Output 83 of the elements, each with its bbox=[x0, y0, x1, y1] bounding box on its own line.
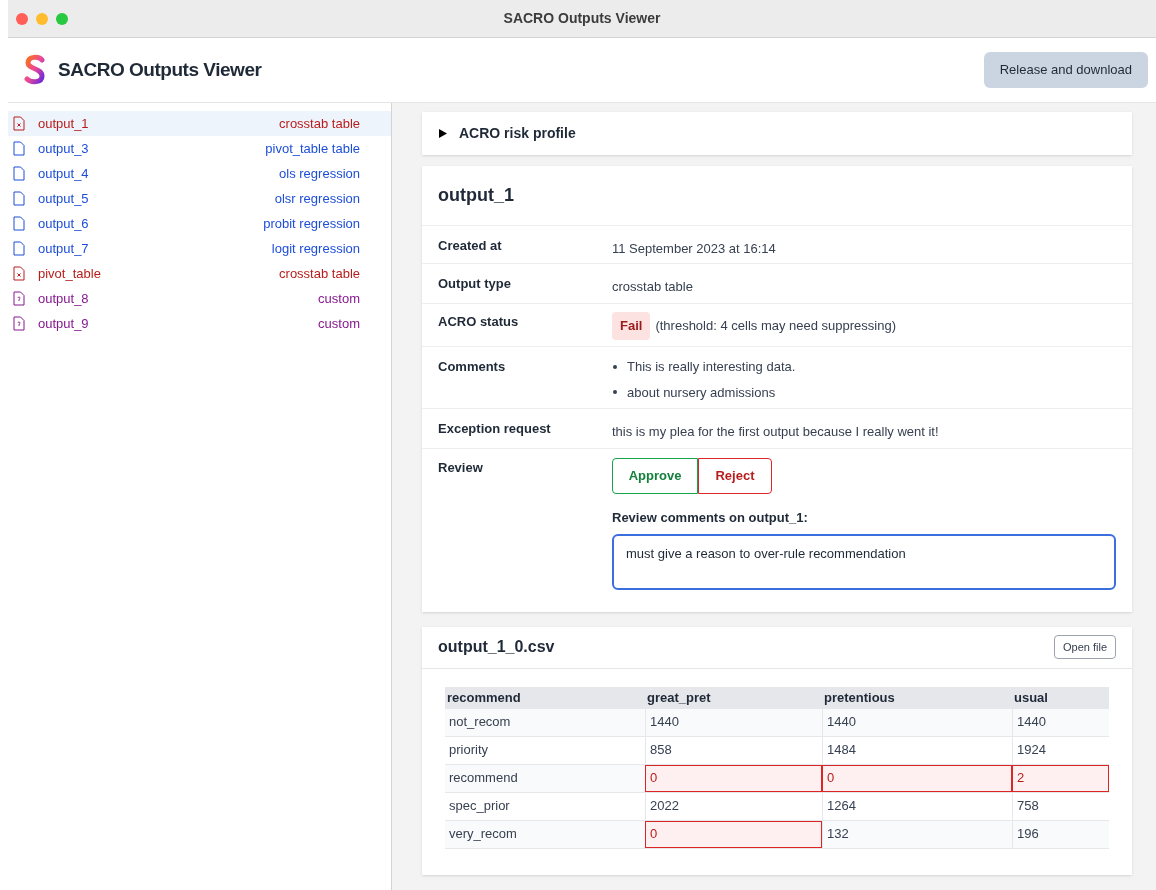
sidebar-item[interactable]: output_8 custom bbox=[8, 286, 391, 311]
output-type: crosstab table bbox=[279, 264, 360, 283]
sidebar-item[interactable]: output_4 ols regression bbox=[8, 161, 391, 186]
table-cell: 0 bbox=[822, 764, 1012, 792]
minimize-window-icon[interactable] bbox=[36, 12, 48, 25]
table-cell: 1484 bbox=[822, 736, 1012, 764]
column-header: usual bbox=[1013, 688, 1049, 707]
output-name: output_1 bbox=[38, 114, 89, 133]
table-cell-text: not_recom bbox=[448, 713, 512, 732]
sidebar-item[interactable]: output_6 probit regression bbox=[8, 211, 391, 236]
risk-profile-label: ACRO risk profile bbox=[459, 124, 576, 143]
file-name: output_1_0.csv bbox=[438, 637, 555, 657]
zoom-window-icon[interactable] bbox=[56, 12, 68, 25]
output-name: output_4 bbox=[38, 164, 89, 183]
bullet-icon bbox=[613, 364, 617, 369]
table-cell: 1440 bbox=[1012, 708, 1109, 736]
column-header: great_pret bbox=[646, 688, 712, 707]
table-cell: 196 bbox=[1012, 820, 1109, 848]
app-name: SACRO Outputs Viewer bbox=[58, 57, 262, 82]
output-name: output_5 bbox=[38, 189, 89, 208]
table-cell: 2 bbox=[1012, 764, 1109, 792]
review-comments-field[interactable]: must give a reason to over-rule recommendation bbox=[612, 533, 1116, 590]
status-badge: Fail bbox=[612, 312, 651, 340]
table-cell: 1924 bbox=[1012, 736, 1109, 764]
table-cell: 132 bbox=[822, 820, 1012, 848]
output-type: ols regression bbox=[279, 164, 360, 183]
field-label: Review bbox=[438, 459, 484, 477]
open-file-button[interactable]: Open file bbox=[1053, 634, 1116, 660]
table-cell: 858 bbox=[645, 736, 822, 764]
logo-icon bbox=[24, 54, 46, 86]
output-type: pivot_table table bbox=[265, 139, 360, 158]
output-name: output_8 bbox=[38, 289, 89, 308]
release-download-button[interactable]: Release and download bbox=[983, 52, 1148, 88]
table-cell-text: recommend bbox=[448, 769, 519, 788]
sidebar-item[interactable]: pivot_table crosstab table bbox=[8, 261, 391, 286]
output-name: output_3 bbox=[38, 139, 89, 158]
output-type: olsr regression bbox=[274, 189, 360, 208]
table-cell-text: spec_prior bbox=[448, 797, 511, 816]
table-cell: 1440 bbox=[822, 708, 1012, 736]
sidebar-item[interactable]: output_5 olsr regression bbox=[8, 186, 391, 211]
table-cell: 758 bbox=[1012, 792, 1109, 820]
column-header: pretentious bbox=[823, 688, 896, 707]
status-text: (threshold: 4 cells may need suppressing) bbox=[655, 317, 897, 335]
output-type: custom bbox=[318, 314, 360, 333]
table-cell-text: very_recom bbox=[448, 825, 518, 844]
output-name: pivot_table bbox=[38, 264, 101, 283]
table-cell: 2022 bbox=[645, 792, 822, 820]
output-type: custom bbox=[318, 289, 360, 308]
comment-text: This is really interesting data. bbox=[627, 358, 796, 376]
output-type-value: crosstab table bbox=[612, 279, 693, 294]
field-label: ACRO status bbox=[438, 313, 520, 331]
approve-button[interactable]: Approve bbox=[612, 458, 698, 494]
field-label: Output type bbox=[438, 275, 512, 293]
comment-text: about nursery admissions bbox=[627, 383, 776, 402]
table-cell-text: priority bbox=[448, 741, 489, 760]
table-cell: 0 bbox=[645, 764, 822, 792]
output-name: output_6 bbox=[38, 214, 89, 233]
field-label: Comments bbox=[438, 358, 507, 376]
created-date: 11 September 2023 at 16:14 bbox=[612, 241, 776, 256]
bullet-icon bbox=[613, 390, 617, 395]
sidebar-item[interactable]: output_3 pivot_table table bbox=[8, 136, 391, 161]
output-name: output_9 bbox=[38, 314, 89, 333]
field-label: Created at bbox=[438, 237, 503, 253]
output-type: logit regression bbox=[271, 239, 360, 258]
output-type: probit regression bbox=[263, 214, 360, 233]
sidebar-item[interactable]: output_9 custom bbox=[8, 311, 391, 336]
window-title: SACRO Outputs Viewer bbox=[503, 9, 661, 28]
review-comments-label: Review comments on output_1: bbox=[612, 509, 809, 527]
reject-button[interactable]: Reject bbox=[698, 458, 772, 494]
table-cell: 0 bbox=[645, 820, 822, 848]
table-cell: 1264 bbox=[822, 792, 1012, 820]
sidebar-item[interactable]: output_7 logit regression bbox=[8, 236, 391, 261]
close-window-icon[interactable] bbox=[16, 12, 28, 25]
output-type: crosstab table bbox=[279, 114, 360, 133]
exception-text: this is my plea for the first output because I really went it! bbox=[612, 424, 939, 439]
disclosure-triangle-icon bbox=[438, 129, 447, 138]
column-header: recommend bbox=[446, 688, 522, 707]
output-title: output_1 bbox=[437, 184, 515, 207]
risk-profile-panel[interactable]: ACRO risk profile bbox=[422, 112, 1132, 155]
sidebar-item[interactable]: output_1 crosstab table bbox=[8, 111, 391, 136]
field-label: Exception request bbox=[438, 420, 552, 438]
output-name: output_7 bbox=[38, 239, 89, 258]
table-cell: 1440 bbox=[645, 708, 822, 736]
